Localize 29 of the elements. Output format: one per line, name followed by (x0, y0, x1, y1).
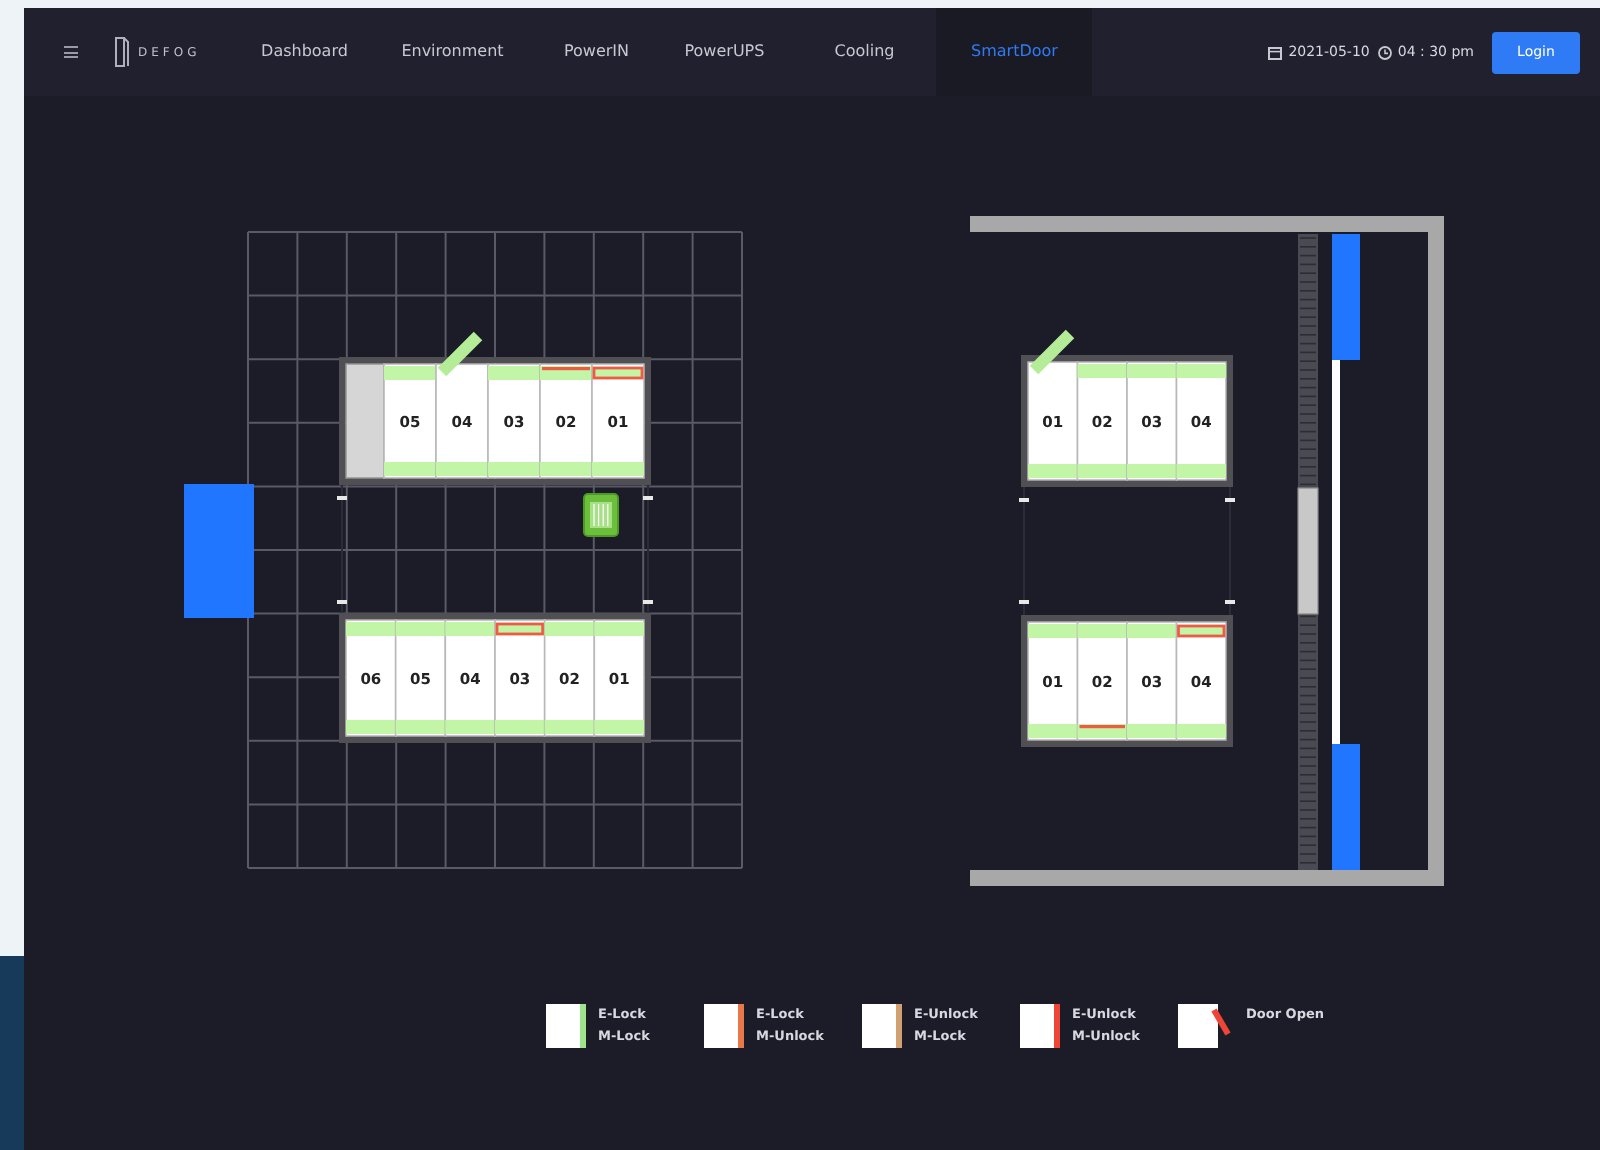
cooling-unit-icon (583, 493, 619, 537)
door-marker (1225, 498, 1235, 502)
legend-swatch-icon (1020, 1004, 1060, 1048)
empty-slot (345, 363, 385, 479)
entrance-block (184, 484, 254, 618)
legend-swatch-icon (862, 1004, 902, 1048)
door-marker (1019, 600, 1029, 604)
nav-tab[interactable]: PowerIN (536, 8, 657, 96)
sliding-door-panel (1332, 744, 1360, 870)
legend-swatch-icon (704, 1004, 744, 1048)
logo-icon (114, 36, 130, 68)
nav-tab[interactable]: PowerUPS (656, 8, 793, 96)
door-marker (337, 496, 347, 500)
nav-tab[interactable]: Dashboard (240, 8, 369, 96)
calendar-icon (1268, 45, 1283, 59)
door-marker (643, 600, 653, 604)
nav-tab[interactable]: Cooling (792, 8, 937, 96)
door-marker (1019, 498, 1029, 502)
clock-icon (1377, 45, 1392, 59)
door-panel (1297, 487, 1319, 615)
door-marker (643, 496, 653, 500)
nav-tab[interactable]: Environment (368, 8, 537, 96)
lock-indicator (384, 366, 436, 380)
door-marker (337, 600, 347, 604)
door-marker (1225, 600, 1235, 604)
sliding-door-panel (1332, 234, 1360, 360)
nav-tab[interactable]: SmartDoor (936, 8, 1093, 96)
menu-icon[interactable] (64, 46, 78, 58)
legend-swatch-icon (546, 1004, 586, 1048)
